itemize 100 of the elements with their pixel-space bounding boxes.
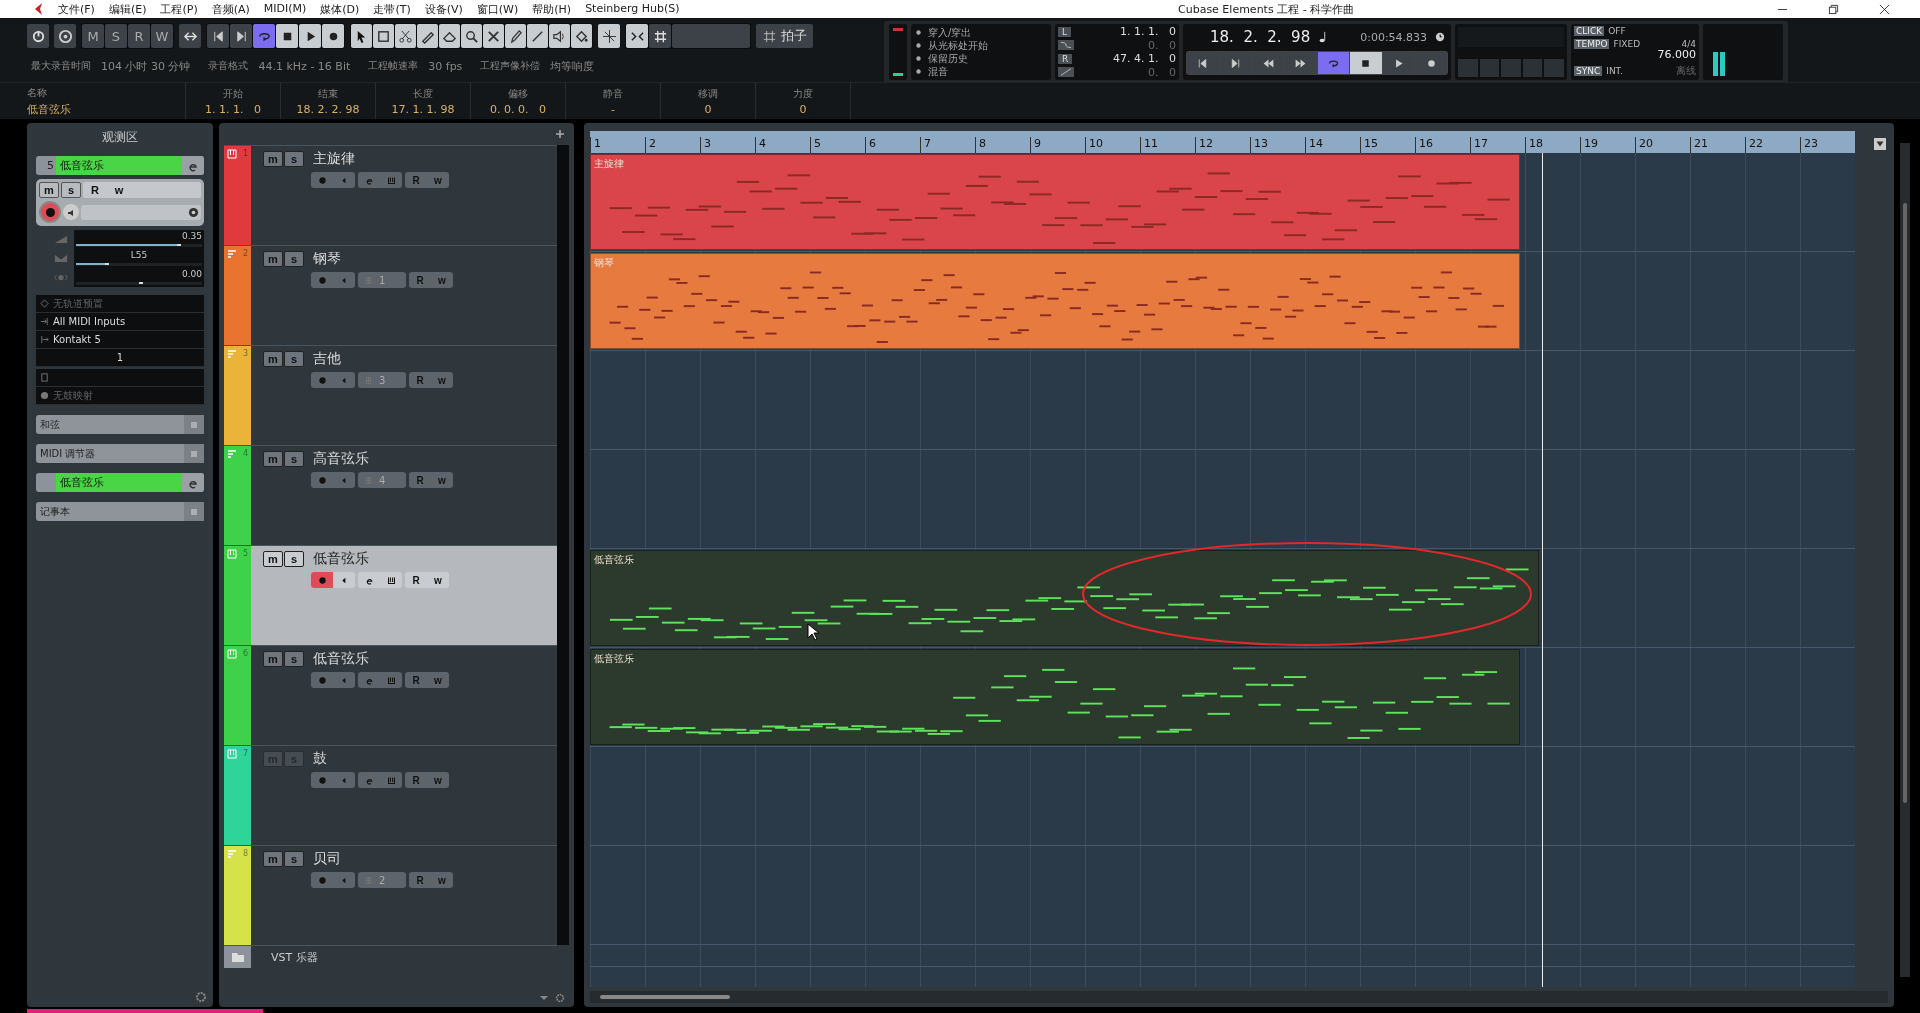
edit-instrument-button[interactable]	[182, 156, 204, 175]
menu-item[interactable]: 音频(A)	[211, 1, 250, 17]
monitor-icon[interactable]	[66, 208, 76, 218]
record-button[interactable]	[1415, 52, 1447, 74]
track-name[interactable]: 低音弦乐	[313, 550, 369, 568]
folder-track-name[interactable]: VST 乐器	[271, 949, 318, 965]
transport-mode[interactable]: 混音	[928, 65, 948, 78]
track-name[interactable]: 主旋律	[313, 150, 355, 168]
record-enable-icon[interactable]	[317, 175, 327, 185]
write-button[interactable]: w	[427, 572, 449, 588]
record-enable-icon[interactable]	[317, 275, 327, 285]
settings-icon[interactable]	[188, 206, 199, 218]
track-name[interactable]: 贝司	[313, 850, 341, 868]
midi-output-field[interactable]: Kontakt 5	[53, 334, 101, 345]
record-enable-icon[interactable]	[317, 475, 327, 485]
drum-map-field[interactable]: 无鼓映射	[53, 388, 93, 403]
settings-icon[interactable]	[555, 993, 565, 1003]
write-button[interactable]: w	[107, 182, 131, 198]
automation-mode-button[interactable]: M	[82, 24, 104, 48]
inspector-section-header[interactable]: 记事本	[36, 502, 204, 521]
edit-instrument-button[interactable]	[182, 473, 204, 492]
monitor-button[interactable]	[63, 204, 79, 220]
record-enable-button[interactable]	[311, 572, 333, 588]
solo-button[interactable]: s	[284, 651, 304, 667]
mute-button[interactable]: m	[263, 351, 283, 367]
vertical-scrollbar[interactable]	[1900, 143, 1910, 977]
info-value[interactable]: 0	[799, 102, 807, 116]
track-name[interactable]: 钢琴	[313, 250, 341, 268]
go-to-start-button[interactable]	[1187, 52, 1219, 74]
mute-button[interactable]: m	[263, 251, 283, 267]
info-value[interactable]: -	[611, 102, 615, 116]
transport-mode[interactable]: 从光标处开始	[928, 39, 988, 52]
transport-mode[interactable]: 穿入/穿出	[928, 26, 972, 39]
solo-button[interactable]: s	[284, 851, 304, 867]
inspector-section-header[interactable]: MIDI 调节器	[36, 444, 204, 463]
sync-button[interactable]: SYNC	[1574, 65, 1603, 76]
solo-button[interactable]: s	[284, 551, 304, 567]
rewind-button[interactable]	[1252, 52, 1284, 74]
mute-button[interactable]: m	[263, 451, 283, 467]
info-value[interactable]: 18. 2. 2. 98	[296, 102, 360, 116]
read-button[interactable]: R	[83, 182, 107, 198]
mute-button[interactable]: m	[39, 182, 59, 198]
track-name[interactable]: 吉他	[313, 350, 341, 368]
info-value[interactable]: 17. 1. 1. 98	[391, 102, 455, 116]
left-locator-value[interactable]: 1. 1. 1. 0	[1120, 25, 1176, 39]
time-signature[interactable]: 4/4	[1681, 39, 1696, 50]
midi-part[interactable]: 低音弦乐	[590, 649, 1520, 745]
track-preset-field[interactable]: 无轨道预置	[53, 296, 103, 311]
tempo-value[interactable]: 76.000	[1657, 47, 1696, 61]
restore-icon[interactable]	[1828, 3, 1839, 15]
fast-forward-button[interactable]	[1284, 52, 1317, 74]
menu-item[interactable]: 走带(T)	[373, 1, 411, 17]
dropdown-caret-icon[interactable]	[539, 993, 549, 1003]
quantize-icon[interactable]	[762, 28, 777, 44]
midi-part[interactable]: 低音弦乐	[590, 550, 1539, 646]
add-track-icon[interactable]	[555, 129, 565, 139]
record-enable-icon[interactable]	[317, 875, 327, 885]
marker-buttons-drawing[interactable]	[1458, 59, 1564, 77]
info-value[interactable]: 0	[704, 102, 712, 116]
automation-mode-button[interactable]: W	[151, 24, 173, 48]
midi-input-field[interactable]: All MIDI Inputs	[53, 316, 126, 327]
instrument-section-header[interactable]: 低音弦乐	[56, 473, 182, 492]
automation-mode-button[interactable]: R	[128, 24, 150, 48]
go-to-end-button[interactable]	[1219, 52, 1252, 74]
midi-channel-field[interactable]: 1	[116, 352, 124, 363]
menu-item[interactable]: 媒体(D)	[320, 1, 360, 17]
info-value[interactable]: 低音弦乐	[27, 101, 71, 117]
right-locator-button[interactable]: R	[1058, 53, 1073, 64]
stop-button[interactable]	[1350, 52, 1382, 74]
mute-button[interactable]: m	[263, 851, 283, 867]
menu-item[interactable]: MIDI(M)	[263, 1, 307, 17]
solo-button[interactable]: s	[284, 451, 304, 467]
record-enable-icon[interactable]	[317, 375, 327, 385]
bar-ruler[interactable]: 1 2 3 4 5 6 7 8 9 10 11 12 13 14 15 16 17 18 19 20 21 22 23	[590, 131, 1855, 153]
close-icon[interactable]	[1879, 3, 1890, 15]
track-name-field[interactable]: 低音弦乐	[56, 156, 182, 175]
record-enable-icon[interactable]	[317, 675, 327, 685]
mute-button[interactable]: m	[263, 651, 283, 667]
solo-button[interactable]: s	[284, 151, 304, 167]
cycle-button[interactable]	[1317, 52, 1350, 74]
midi-part[interactable]: 主旋律	[590, 154, 1520, 250]
menu-item[interactable]: Steinberg Hub(S)	[585, 1, 680, 17]
play-button[interactable]	[1382, 52, 1415, 74]
rewind-icon[interactable]	[1261, 56, 1275, 70]
empty-slot-field[interactable]	[36, 367, 204, 387]
solo-button[interactable]: s	[284, 351, 304, 367]
track-name[interactable]: 高音弦乐	[313, 450, 369, 468]
menu-item[interactable]: 编辑(E)	[108, 1, 147, 17]
solo-button[interactable]: s	[61, 182, 81, 198]
menu-item[interactable]: 工程(P)	[160, 1, 198, 17]
solo-button[interactable]: s	[284, 251, 304, 267]
settings-icon[interactable]	[195, 991, 207, 1003]
tempo-button[interactable]: TEMPO	[1574, 39, 1610, 50]
ruler-menu-icon[interactable]	[1874, 138, 1886, 150]
pre-roll-icon[interactable]	[1058, 40, 1074, 51]
post-roll-icon[interactable]	[1058, 67, 1074, 78]
transport-mode[interactable]: 保留历史	[928, 52, 968, 65]
record-enable-button[interactable]	[39, 201, 61, 223]
record-enable-icon[interactable]	[317, 775, 327, 785]
info-value[interactable]: 0. 0. 0. 0	[490, 102, 546, 116]
